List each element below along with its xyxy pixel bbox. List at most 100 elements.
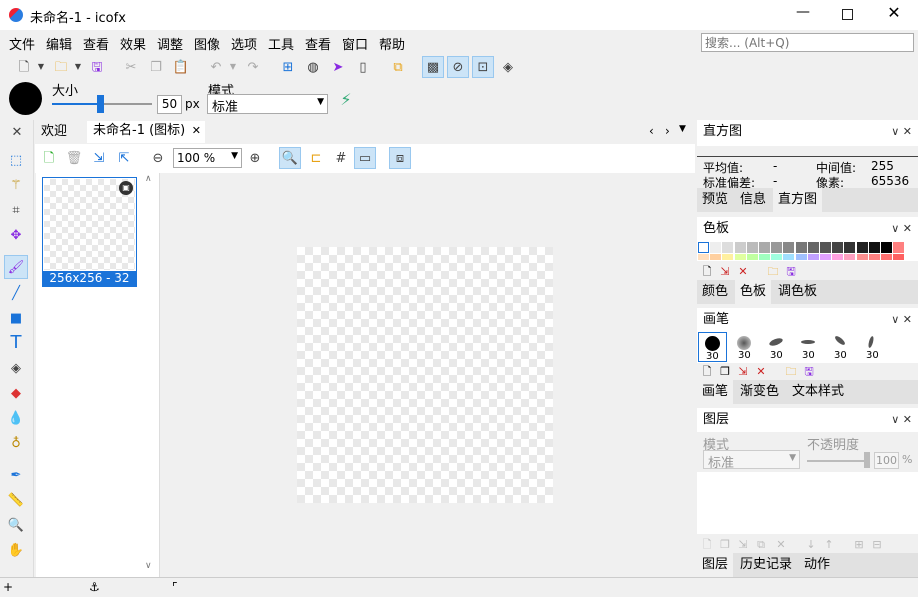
save-icon[interactable]: 🖫: [803, 365, 815, 378]
grid-icon[interactable]: #: [331, 148, 351, 168]
opacity-slider-track[interactable]: [807, 460, 867, 462]
merge-layer-icon[interactable]: ⧉: [755, 538, 767, 551]
layers-icon[interactable]: ◈: [498, 57, 518, 77]
image-open-icon[interactable]: ⧉: [388, 57, 408, 77]
new-brush-icon[interactable]: 🗋: [701, 365, 713, 378]
duplicate-layer-icon[interactable]: ❐: [719, 538, 731, 551]
mask-icon[interactable]: ⊘: [447, 56, 469, 78]
grid-view-icon[interactable]: ⊡: [472, 56, 494, 78]
color-swatch[interactable]: [881, 254, 892, 260]
cursor-icon[interactable]: ➤: [328, 57, 348, 77]
save-icon[interactable]: 🖫: [785, 265, 797, 278]
brush-item[interactable]: 30: [794, 332, 823, 362]
opacity-input[interactable]: 100: [874, 452, 899, 469]
panel-controls-icon[interactable]: ∨ ✕: [891, 308, 912, 332]
dropdown-arrow-icon[interactable]: ▼: [228, 57, 238, 77]
zoom-tool-icon[interactable]: 🔍: [279, 147, 301, 169]
tab-colors[interactable]: 颜色: [697, 280, 733, 304]
image-canvas[interactable]: [297, 247, 553, 503]
close-button[interactable]: ✕: [884, 3, 904, 23]
color-swatch[interactable]: [832, 254, 844, 260]
marquee-select-icon[interactable]: ⬚: [6, 150, 26, 170]
move-icon[interactable]: ✥: [6, 225, 26, 245]
color-swatch[interactable]: [698, 242, 709, 253]
color-swatch[interactable]: [856, 242, 868, 253]
layer-import-icon[interactable]: ⇲: [737, 538, 749, 551]
brush-item[interactable]: 30: [762, 332, 791, 362]
hand-icon[interactable]: ✋: [6, 540, 26, 560]
color-swatch[interactable]: [795, 254, 807, 260]
open-folder-icon[interactable]: 🗀: [785, 365, 797, 378]
zoom-in-icon[interactable]: ⊕: [245, 148, 265, 168]
move-up-icon[interactable]: ↑: [823, 538, 835, 551]
color-swatch[interactable]: [746, 254, 758, 260]
chevron-down-icon[interactable]: ▼: [679, 124, 686, 134]
tab-document[interactable]: 未命名-1 (图标) ✕: [87, 121, 205, 143]
add-image-icon[interactable]: 🗋: [39, 148, 59, 168]
size-slider-thumb[interactable]: [97, 95, 104, 113]
swatch-import-icon[interactable]: ⇲: [719, 265, 731, 278]
color-swatch[interactable]: [759, 242, 770, 253]
line-icon[interactable]: ╱: [6, 283, 26, 303]
text-icon[interactable]: T: [6, 333, 26, 353]
panel-controls-icon[interactable]: ∨ ✕: [891, 120, 912, 144]
layer-add-icon[interactable]: ⊞: [853, 538, 865, 551]
delete-icon[interactable]: ✕: [775, 538, 787, 551]
delete-image-icon[interactable]: 🗑: [64, 148, 84, 168]
zoom-out-icon[interactable]: ⊖: [148, 148, 168, 168]
panel-controls-icon[interactable]: ∨ ✕: [891, 408, 912, 432]
transparency-icon[interactable]: ▩: [422, 56, 444, 78]
export-icon[interactable]: ⇱: [114, 148, 134, 168]
delete-icon[interactable]: ✕: [737, 265, 749, 278]
tab-histogram[interactable]: 直方图: [773, 188, 823, 212]
color-swatch[interactable]: [856, 254, 868, 260]
color-swatch[interactable]: [710, 254, 722, 260]
size-input[interactable]: 50: [157, 95, 182, 114]
color-swatch[interactable]: [832, 242, 844, 253]
menu-adjust[interactable]: 调整: [157, 34, 183, 53]
open-folder-icon[interactable]: 🗀: [51, 57, 71, 77]
move-down-icon[interactable]: ↓: [805, 538, 817, 551]
tab-preview[interactable]: 预览: [697, 188, 733, 212]
tab-welcome[interactable]: 欢迎: [35, 122, 73, 142]
new-file-icon[interactable]: 🗋: [14, 57, 34, 77]
tab-layers[interactable]: 图层: [697, 553, 734, 577]
close-icon[interactable]: ✕: [192, 121, 201, 141]
color-swatch[interactable]: [722, 242, 734, 253]
menu-help[interactable]: 帮助: [379, 34, 405, 53]
swatch-grid[interactable]: [697, 241, 918, 261]
color-swatch[interactable]: [844, 254, 856, 260]
dodge-icon[interactable]: ♁: [6, 433, 26, 453]
color-swatch[interactable]: [771, 254, 783, 260]
color-swatch[interactable]: [820, 242, 831, 253]
frame-icon[interactable]: ▭: [354, 147, 376, 169]
mode-select[interactable]: 标准 ▼: [207, 94, 328, 115]
tab-swatches[interactable]: 色板: [735, 280, 772, 304]
blur-icon[interactable]: 💧: [6, 408, 26, 428]
paste-icon[interactable]: 📋: [171, 57, 191, 77]
tab-text-style[interactable]: 文本样式: [787, 380, 849, 404]
minimize-button[interactable]: —: [790, 4, 816, 24]
search-input[interactable]: [701, 33, 914, 52]
color-swatch[interactable]: [698, 254, 709, 260]
color-swatch[interactable]: [868, 242, 880, 253]
color-swatch[interactable]: [783, 242, 795, 253]
brush-item[interactable]: 30: [698, 332, 727, 362]
color-swatch[interactable]: [893, 254, 905, 260]
scroll-down-icon[interactable]: ∨: [145, 561, 152, 571]
undo-icon[interactable]: ↶: [206, 57, 226, 77]
rectangle-icon[interactable]: ■: [6, 308, 26, 328]
menu-file[interactable]: 文件: [9, 34, 35, 53]
menu-view-2[interactable]: 查看: [305, 34, 331, 53]
tab-info[interactable]: 信息: [735, 188, 771, 212]
color-swatch[interactable]: [795, 242, 807, 253]
delete-icon[interactable]: ✕: [755, 365, 767, 378]
color-swatch[interactable]: [734, 254, 746, 260]
copy-brush-icon[interactable]: ❐: [719, 365, 731, 378]
brush-item[interactable]: 30: [858, 332, 887, 362]
layers-list[interactable]: [697, 472, 918, 534]
dropdown-arrow-icon[interactable]: ▼: [36, 57, 46, 77]
windows-icon[interactable]: ⊞: [278, 57, 298, 77]
bounds-icon[interactable]: ⧈: [389, 147, 411, 169]
opacity-slider-thumb[interactable]: [864, 452, 870, 468]
